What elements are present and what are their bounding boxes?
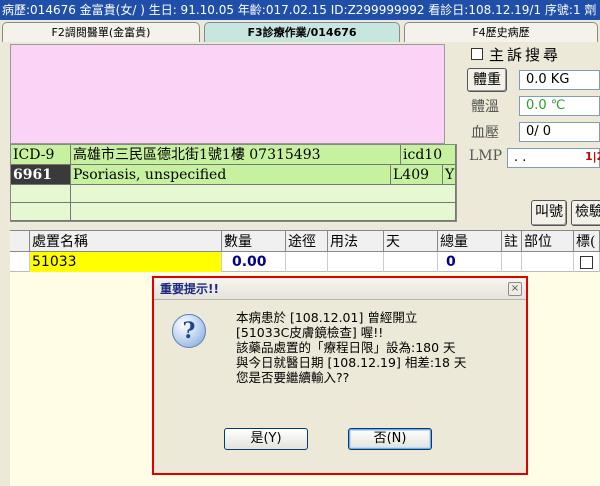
chief-complaint-checkbox[interactable] [471,48,483,60]
patient-info-bar: 病歷:014676 金富貴(女/ ) 生日: 91.10.05 年齡:017.0… [0,0,600,20]
row-indicator [10,252,30,272]
message-line: 您是否要繼續輸入?? [236,370,350,385]
icd9-header: ICD-9 [11,145,71,165]
lab-test-button[interactable]: 檢驗 [571,200,600,226]
message-line: 該藥品處置的「療程日限」設為:180 天 [236,340,456,355]
warning-dialog: 重要提示!! × ? 本病患於 [108.12.01] 曾經開立 [51033C… [152,276,528,475]
tab-strip: F2調閱醫單(金富貴) F3診療作業/014676 F4歷史病歷 [0,22,600,42]
empty-cell[interactable] [71,185,456,203]
col-header-route: 途徑 [286,231,328,253]
question-icon: ? [172,314,206,348]
chief-complaint-label: 主訴搜尋 [489,46,562,64]
temperature-label: 體溫 [471,99,499,115]
order-table-header: 處置名稱 數量 途徑 用法 天 總量 註 部位 標( [10,230,600,253]
flag-cell[interactable]: Y [443,165,456,185]
notes-area[interactable] [10,44,445,144]
col-header-site: 部位 [522,231,574,253]
address-header: 高雄市三民區德北街1號1樓 07315493 [71,145,401,165]
message-line: 本病患於 [108.12.01] 曾經開立 [236,310,418,325]
col-header-days: 天 [384,231,438,253]
weight-field[interactable]: 0.0 KG [519,70,600,90]
empty-cell[interactable] [11,185,71,203]
lmp-label: LMP [469,148,503,164]
col-header-name: 處置名稱 [30,231,222,253]
call-number-button[interactable]: 叫號 [531,200,567,226]
icd10-code-cell[interactable]: L409 [391,165,443,185]
col-header-total: 總量 [438,231,502,253]
order-days-cell[interactable] [384,252,438,272]
icd9-code-cell[interactable]: 6961 [11,165,71,185]
dialog-message: 本病患於 [108.12.01] 曾經開立 [51033C皮膚鏡檢查] 喔!! … [236,310,526,385]
empty-cell[interactable] [71,203,456,221]
dialog-title: 重要提示!! [160,282,219,296]
tab-f2-order-review[interactable]: F2調閱醫單(金富貴) [2,22,200,42]
tab-f4-history[interactable]: F4歷史病歷 [404,22,598,42]
empty-cell[interactable] [11,203,71,221]
temperature-field[interactable]: 0.0 ℃ [519,96,600,116]
lmp-indicator: 1|2 [585,150,600,163]
order-total-cell[interactable]: 0 [438,252,502,272]
order-name-cell[interactable]: 51033 [30,252,222,272]
diagnosis-desc-cell[interactable]: Psoriasis, unspecified [71,165,391,185]
blood-pressure-label: 血壓 [471,125,499,141]
order-qty-cell[interactable]: 0.00 [222,252,286,272]
header-spacer [10,231,30,253]
order-tag-cell[interactable] [574,252,600,272]
blood-pressure-field[interactable]: 0/ 0 [519,122,600,142]
col-header-qty: 數量 [222,231,286,253]
dialog-title-bar[interactable]: 重要提示!! × [154,278,526,300]
message-line: [51033C皮膚鏡檢查] 喔!! [236,325,384,340]
order-row: 51033 0.00 0 [10,252,600,272]
yes-button[interactable]: 是(Y) [224,428,308,450]
order-route-cell[interactable] [286,252,328,272]
message-line: 與今日就醫日期 [108.12.19] 相差:18 天 [236,355,467,370]
col-header-tag: 標( [574,231,600,253]
tab-f3-diagnosis[interactable]: F3診療作業/014676 [204,22,400,42]
order-tag-checkbox[interactable] [580,256,593,269]
no-button[interactable]: 否(N) [348,428,432,450]
order-site-cell[interactable] [522,252,574,272]
close-icon[interactable]: × [508,282,522,296]
icd-grid: ICD-9 高雄市三民區德北街1號1樓 07315493 icd10 6961 … [10,144,457,222]
icd10-header: icd10 [401,145,456,165]
order-usage-cell[interactable] [328,252,384,272]
vitals-panel: 主訴搜尋 體重 0.0 KG 體溫 0.0 ℃ 血壓 0/ 0 LMP . . … [457,44,600,226]
weight-button[interactable]: 體重 [467,68,507,92]
order-note-cell[interactable] [502,252,522,272]
col-header-usage: 用法 [328,231,384,253]
col-header-note: 註 [502,231,522,253]
